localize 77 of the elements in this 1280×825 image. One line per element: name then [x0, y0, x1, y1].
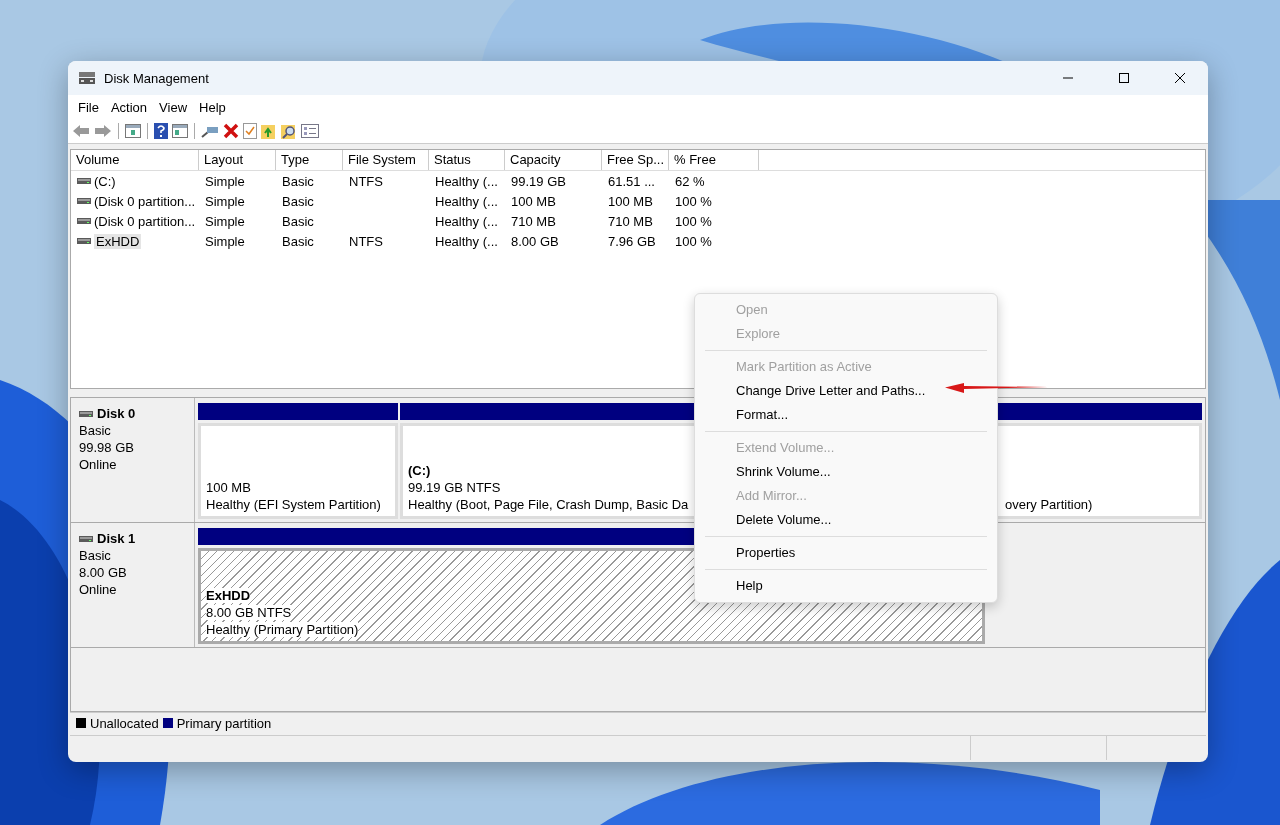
table-cell[interactable]: ExHDD — [94, 233, 142, 249]
table-cell: NTFS — [349, 173, 383, 189]
table-cell: Healthy (... — [435, 193, 498, 209]
forward-icon[interactable] — [94, 124, 112, 138]
delete-icon[interactable] — [223, 123, 239, 139]
disk-status: Online — [79, 457, 118, 472]
column-header[interactable]: Layout — [199, 150, 276, 170]
table-cell: Basic — [282, 233, 314, 249]
table-cell: Healthy (... — [435, 233, 498, 249]
table-cell: Healthy (... — [435, 173, 498, 189]
table-cell: Simple — [205, 193, 245, 209]
disk-name: Disk 1 — [97, 531, 136, 546]
partition-size: 8.00 GB NTFS — [206, 605, 292, 620]
window-title: Disk Management — [104, 70, 209, 86]
menu-item[interactable]: Help — [736, 574, 763, 598]
disk-status: Online — [79, 582, 118, 597]
table-cell: 100 % — [675, 233, 712, 249]
column-header[interactable]: Free Sp... — [602, 150, 669, 170]
disk-type: Basic — [79, 423, 112, 438]
partition-name: ExHDD — [206, 588, 251, 603]
column-header[interactable]: Volume — [71, 150, 199, 170]
help-icon[interactable] — [154, 123, 168, 139]
back-icon[interactable] — [72, 124, 90, 138]
partition-status: Healthy (Primary Partition) — [206, 622, 359, 637]
disk-name: Disk 0 — [97, 406, 136, 421]
menu-item[interactable]: Change Drive Letter and Paths... — [736, 379, 926, 403]
table-cell: Simple — [205, 213, 245, 229]
table-cell: 8.00 GB — [511, 233, 559, 249]
drive-icon — [79, 409, 93, 418]
table-cell: 100 % — [675, 193, 712, 209]
table-cell[interactable]: (Disk 0 partition... — [94, 193, 196, 209]
drive-icon — [77, 217, 91, 225]
drive-icon — [77, 197, 91, 205]
table-cell: Simple — [205, 233, 245, 249]
folder-search-icon[interactable] — [281, 123, 297, 139]
column-header[interactable]: % Free — [669, 150, 759, 170]
disk-size: 8.00 GB — [79, 565, 128, 580]
legend-label: Unallocated — [90, 715, 159, 731]
table-cell[interactable]: (Disk 0 partition... — [94, 213, 196, 229]
table-cell: 62 % — [675, 173, 705, 189]
table-cell: Simple — [205, 173, 245, 189]
menu-item[interactable]: View — [153, 99, 194, 115]
panel-icon[interactable] — [172, 124, 188, 138]
table-cell: 100 MB — [608, 193, 653, 209]
table-cell: 7.96 GB — [608, 233, 656, 249]
connector-icon[interactable] — [201, 124, 219, 138]
table-cell: Healthy (... — [435, 213, 498, 229]
table-cell: NTFS — [349, 233, 383, 249]
table-cell: 99.19 GB — [511, 173, 566, 189]
table-cell: Basic — [282, 193, 314, 209]
table-cell: 100 MB — [511, 193, 556, 209]
disk-size: 99.98 GB — [79, 440, 135, 455]
panel-icon[interactable] — [125, 124, 141, 138]
folder-up-icon[interactable] — [261, 123, 277, 139]
partition-box[interactable]: 100 MB Healthy (EFI System Partition) — [198, 423, 398, 519]
disk-management-icon — [78, 71, 96, 85]
table-cell: 710 MB — [511, 213, 556, 229]
column-header[interactable]: File System — [343, 150, 429, 170]
table-cell[interactable]: (C:) — [94, 173, 116, 189]
drive-icon — [77, 237, 91, 245]
list-icon[interactable] — [301, 124, 319, 138]
column-header[interactable]: Capacity — [505, 150, 602, 170]
checked-document-icon[interactable] — [243, 123, 257, 139]
drive-icon — [77, 177, 91, 185]
table-cell: 61.51 ... — [608, 173, 655, 189]
menu-item[interactable]: Action — [104, 99, 154, 115]
table-cell: Basic — [282, 173, 314, 189]
drive-icon — [79, 534, 93, 543]
table-cell: Basic — [282, 213, 314, 229]
column-header[interactable]: Status — [429, 150, 505, 170]
menu-item[interactable]: Help — [193, 99, 232, 115]
legend-label: Primary partition — [176, 715, 272, 731]
column-header[interactable]: Type — [276, 150, 343, 170]
menu-item[interactable]: File — [72, 99, 105, 115]
table-cell: 710 MB — [608, 213, 653, 229]
table-cell: 100 % — [675, 213, 712, 229]
disk-type: Basic — [79, 548, 112, 563]
